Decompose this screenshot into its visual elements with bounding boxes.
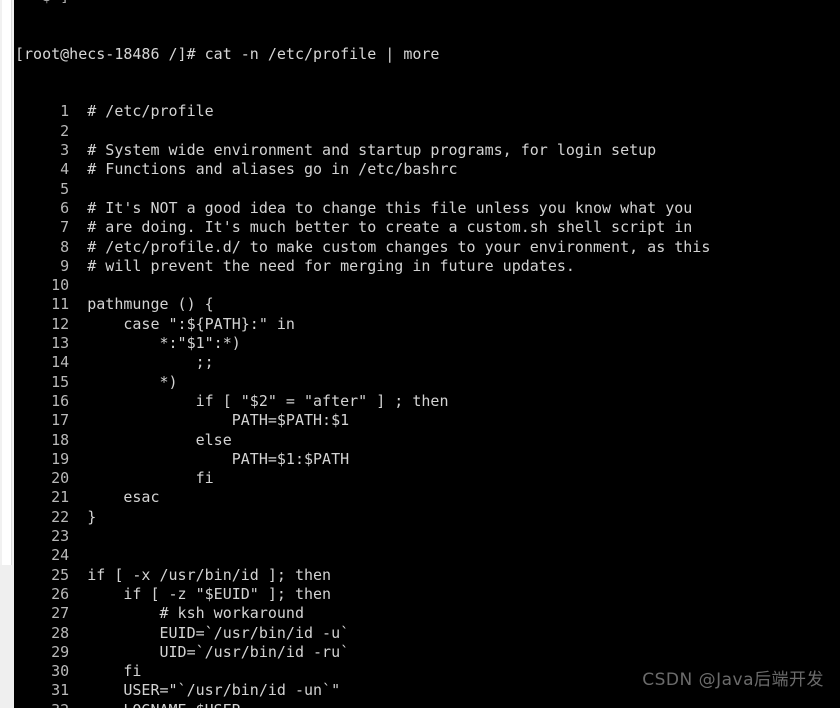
line-content: # /etc/profile.d/ to make custom changes… <box>87 237 711 256</box>
line-number: 10 <box>15 276 88 295</box>
line-content: if [ -x /usr/bin/id ]; then <box>87 565 332 584</box>
line-number: 4 <box>15 160 88 179</box>
line-content: # It's NOT a good idea to change this fi… <box>87 198 693 217</box>
line-number: 7 <box>15 218 88 237</box>
code-line: 15 *) <box>15 373 840 392</box>
line-content: # ksh workaround <box>87 604 304 623</box>
code-line: 18 else <box>15 431 840 450</box>
code-line: 25 if [ -x /usr/bin/id ]; then <box>15 566 840 585</box>
code-line: 21 esac <box>15 488 840 507</box>
code-line: 6 # It's NOT a good idea to change this … <box>15 199 840 218</box>
line-number: 11 <box>15 295 88 314</box>
code-line: 14 ;; <box>15 353 840 372</box>
line-number: 5 <box>15 179 88 198</box>
terminal-screen[interactable]: [root@hecs-18486 /]# cat -n /etc/profile… <box>15 6 840 708</box>
line-number: 31 <box>15 681 88 700</box>
line-number: 2 <box>15 121 88 140</box>
code-line: 22 } <box>15 508 840 527</box>
code-line: 13 *:"$1":*) <box>15 334 840 353</box>
page-scrollbar[interactable] <box>0 0 14 708</box>
line-number: 6 <box>15 198 88 217</box>
code-line: 19 PATH=$1:$PATH <box>15 450 840 469</box>
code-line: 24 <box>15 546 840 565</box>
line-content: *) <box>87 372 178 391</box>
code-line: 9 # will prevent the need for merging in… <box>15 257 840 276</box>
code-line: 16 if [ "$2" = "after" ] ; then <box>15 392 840 411</box>
line-number: 22 <box>15 507 88 526</box>
line-content: } <box>87 507 97 526</box>
line-content: else <box>87 430 232 449</box>
code-line: 7 # are doing. It's much better to creat… <box>15 218 840 237</box>
line-number: 26 <box>15 584 88 603</box>
code-line: 3 # System wide environment and startup … <box>15 141 840 160</box>
line-content: # System wide environment and startup pr… <box>87 141 657 160</box>
code-line: 32 LOGNAME=$USER <box>15 701 840 708</box>
line-number: 28 <box>15 623 88 642</box>
code-line: 27 # ksh workaround <box>15 604 840 623</box>
line-content: if [ "$2" = "after" ] ; then <box>87 391 449 410</box>
line-number: 1 <box>15 102 88 121</box>
line-number: 27 <box>15 604 88 623</box>
line-number: 19 <box>15 449 88 468</box>
line-number: 12 <box>15 314 88 333</box>
line-content: case ":${PATH}:" in <box>87 314 295 333</box>
line-number: 13 <box>15 334 88 353</box>
line-number: 14 <box>15 353 88 372</box>
line-number: 16 <box>15 391 88 410</box>
scrollbar-thumb[interactable] <box>2 0 12 565</box>
scrollbar-track[interactable] <box>0 565 14 708</box>
code-line: 2 <box>15 122 840 141</box>
line-content: UID=`/usr/bin/id -ru` <box>87 642 350 661</box>
code-line: 29 UID=`/usr/bin/id -ru` <box>15 643 840 662</box>
line-content: fi <box>87 469 214 488</box>
line-content: fi <box>87 662 142 681</box>
line-number: 25 <box>15 565 88 584</box>
line-number: 23 <box>15 527 88 546</box>
line-number: 9 <box>15 256 88 275</box>
code-line: 20 fi <box>15 469 840 488</box>
line-content: if [ -z "$EUID" ]; then <box>87 584 332 603</box>
code-line: 23 <box>15 527 840 546</box>
line-content: USER="`/usr/bin/id -un`" <box>87 681 341 700</box>
line-number: 32 <box>15 701 87 708</box>
code-line: 8 # /etc/profile.d/ to make custom chang… <box>15 238 840 257</box>
code-line: 1 # /etc/profile <box>15 102 840 121</box>
line-content: ;; <box>87 353 214 372</box>
line-content: esac <box>87 488 160 507</box>
line-content: EUID=`/usr/bin/id -u` <box>87 623 350 642</box>
line-content: *:"$1":*) <box>87 334 241 353</box>
line-number: 21 <box>15 488 88 507</box>
code-line: 10 <box>15 276 840 295</box>
line-content: PATH=$PATH:$1 <box>87 411 350 430</box>
line-number: 15 <box>15 372 88 391</box>
shell-prompt-line: [root@hecs-18486 /]# cat -n /etc/profile… <box>15 44 440 63</box>
code-line: 17 PATH=$PATH:$1 <box>15 411 840 430</box>
line-content: LOGNAME=$USER <box>87 701 240 708</box>
code-line: 5 <box>15 180 840 199</box>
line-content: # Functions and aliases go in /etc/bashr… <box>87 160 458 179</box>
line-content: # /etc/profile <box>87 102 214 121</box>
terminal-window[interactable]: $ ] [root@hecs-18486 /]# cat -n /etc/pro… <box>0 0 840 708</box>
line-number: 24 <box>15 546 88 565</box>
line-content: # will prevent the need for merging in f… <box>87 256 575 275</box>
line-number: 30 <box>15 662 88 681</box>
line-number: 3 <box>15 141 88 160</box>
line-number: 29 <box>15 642 88 661</box>
line-number: 8 <box>15 237 88 256</box>
code-line: 11 pathmunge () { <box>15 295 840 314</box>
line-number: 18 <box>15 430 88 449</box>
line-number: 17 <box>15 411 88 430</box>
file-listing: 1 # /etc/profile 2 3 # System wide envir… <box>15 102 840 708</box>
line-content: PATH=$1:$PATH <box>87 449 350 468</box>
code-line: 26 if [ -z "$EUID" ]; then <box>15 585 840 604</box>
line-content: # are doing. It's much better to create … <box>87 218 693 237</box>
line-content: pathmunge () { <box>87 295 214 314</box>
code-line: 12 case ":${PATH}:" in <box>15 315 840 334</box>
code-line: 28 EUID=`/usr/bin/id -u` <box>15 624 840 643</box>
csdn-watermark: CSDN @Java后端开发 <box>642 670 824 690</box>
code-line: 4 # Functions and aliases go in /etc/bas… <box>15 160 840 179</box>
line-number: 20 <box>15 469 88 488</box>
